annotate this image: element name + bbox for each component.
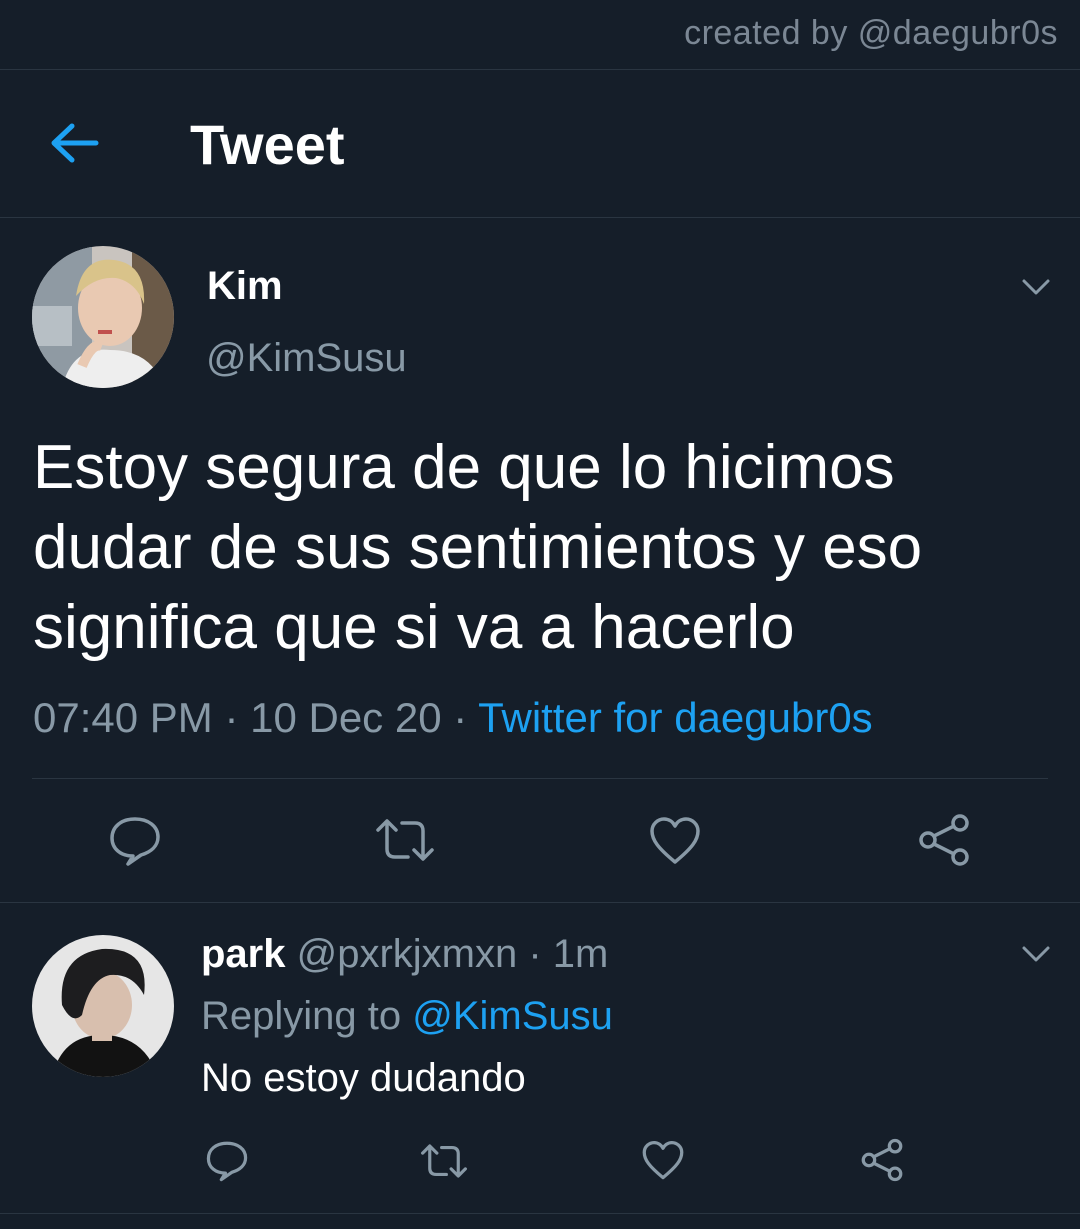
reply-author-name[interactable]: park <box>201 932 286 976</box>
profile-photo <box>32 246 174 388</box>
author-handle[interactable]: @KimSusu <box>206 336 407 381</box>
divider <box>0 217 1080 218</box>
like-icon[interactable] <box>641 1140 685 1181</box>
separator: · <box>441 694 479 741</box>
chevron-down-icon[interactable] <box>1021 944 1051 964</box>
retweet-icon[interactable] <box>419 1142 469 1180</box>
replying-to-mention[interactable]: @KimSusu <box>412 994 613 1038</box>
page-title: Tweet <box>190 113 345 176</box>
top-header: Tweet <box>0 70 1080 217</box>
reply-header: park @pxrkjxmxn · 1m <box>201 932 608 977</box>
reply-text: No estoy dudando <box>201 1056 526 1100</box>
tweet-time: 07:40 PM <box>33 694 213 741</box>
arrow-left-icon[interactable] <box>48 120 100 166</box>
tweet-text: Estoy segura de que lo hicimos dudar de … <box>33 433 923 662</box>
reply-author-handle[interactable]: @pxrkjxmxn <box>297 932 518 976</box>
profile-photo <box>32 935 174 1077</box>
reply-icon[interactable] <box>108 815 162 867</box>
tweet-date: 10 Dec 20 <box>250 694 442 741</box>
replying-to-line: Replying to @KimSusu <box>201 994 613 1039</box>
creator-credit: created by @daegubr0s <box>684 14 1058 52</box>
retweet-icon[interactable] <box>374 816 436 864</box>
avatar[interactable] <box>32 246 174 388</box>
reply-icon[interactable] <box>205 1140 249 1182</box>
replying-prefix: Replying to <box>201 994 413 1038</box>
tweet-source-link[interactable]: Twitter for daegubr0s <box>478 694 873 741</box>
separator: · <box>517 932 553 976</box>
share-icon[interactable] <box>917 813 971 867</box>
reply-age: 1m <box>552 932 609 976</box>
chevron-down-icon[interactable] <box>1021 277 1051 297</box>
like-icon[interactable] <box>648 816 702 866</box>
avatar[interactable] <box>32 935 174 1077</box>
separator: · <box>212 694 251 741</box>
share-icon[interactable] <box>860 1138 904 1182</box>
divider <box>0 902 1080 903</box>
tweet-meta: 07:40 PM · 10 Dec 20 · Twitter for daegu… <box>33 694 873 742</box>
divider <box>0 1213 1080 1214</box>
author-name[interactable]: Kim <box>207 264 283 309</box>
divider <box>32 778 1048 779</box>
